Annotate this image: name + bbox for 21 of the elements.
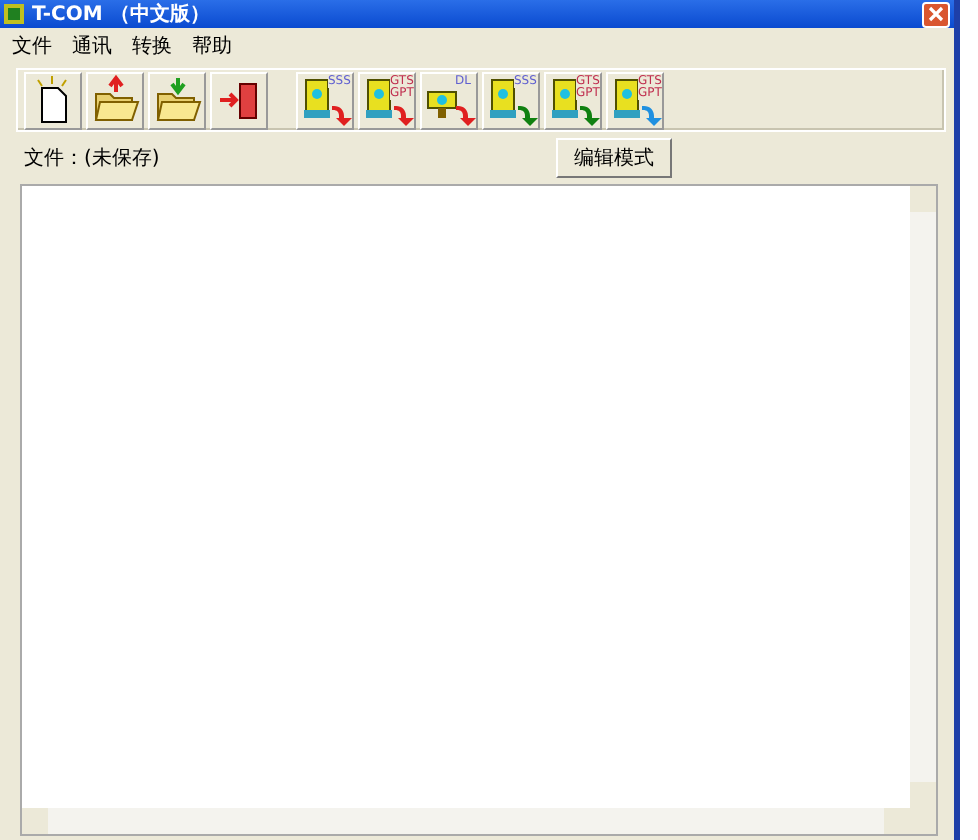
edit-mode-button[interactable]: 编辑模式 (556, 138, 672, 178)
horizontal-scrollbar[interactable] (22, 808, 910, 834)
menu-item[interactable]: 文件 (12, 32, 52, 60)
menu-item[interactable]: 通讯 (72, 32, 112, 60)
instrument-icon (614, 78, 640, 117)
window-title: T-COM （中文版） (32, 1, 212, 28)
level-instrument-icon (427, 90, 457, 117)
file-label: 文件：(未保存) (24, 145, 162, 172)
instrument-icon (552, 78, 578, 117)
menu-item[interactable]: 帮助 (192, 32, 232, 60)
vertical-scrollbar[interactable] (910, 186, 936, 808)
instrument-icon (304, 78, 330, 117)
toolbar-button[interactable] (210, 71, 268, 129)
text-area[interactable] (20, 184, 938, 836)
close-button[interactable] (922, 1, 950, 27)
close-icon (928, 6, 944, 22)
toolbar-button[interactable] (24, 71, 82, 129)
instrument-icon (490, 78, 516, 117)
app-icon (4, 4, 24, 24)
instrument-icon (366, 78, 392, 117)
menu-item[interactable]: 转换 (132, 32, 172, 60)
